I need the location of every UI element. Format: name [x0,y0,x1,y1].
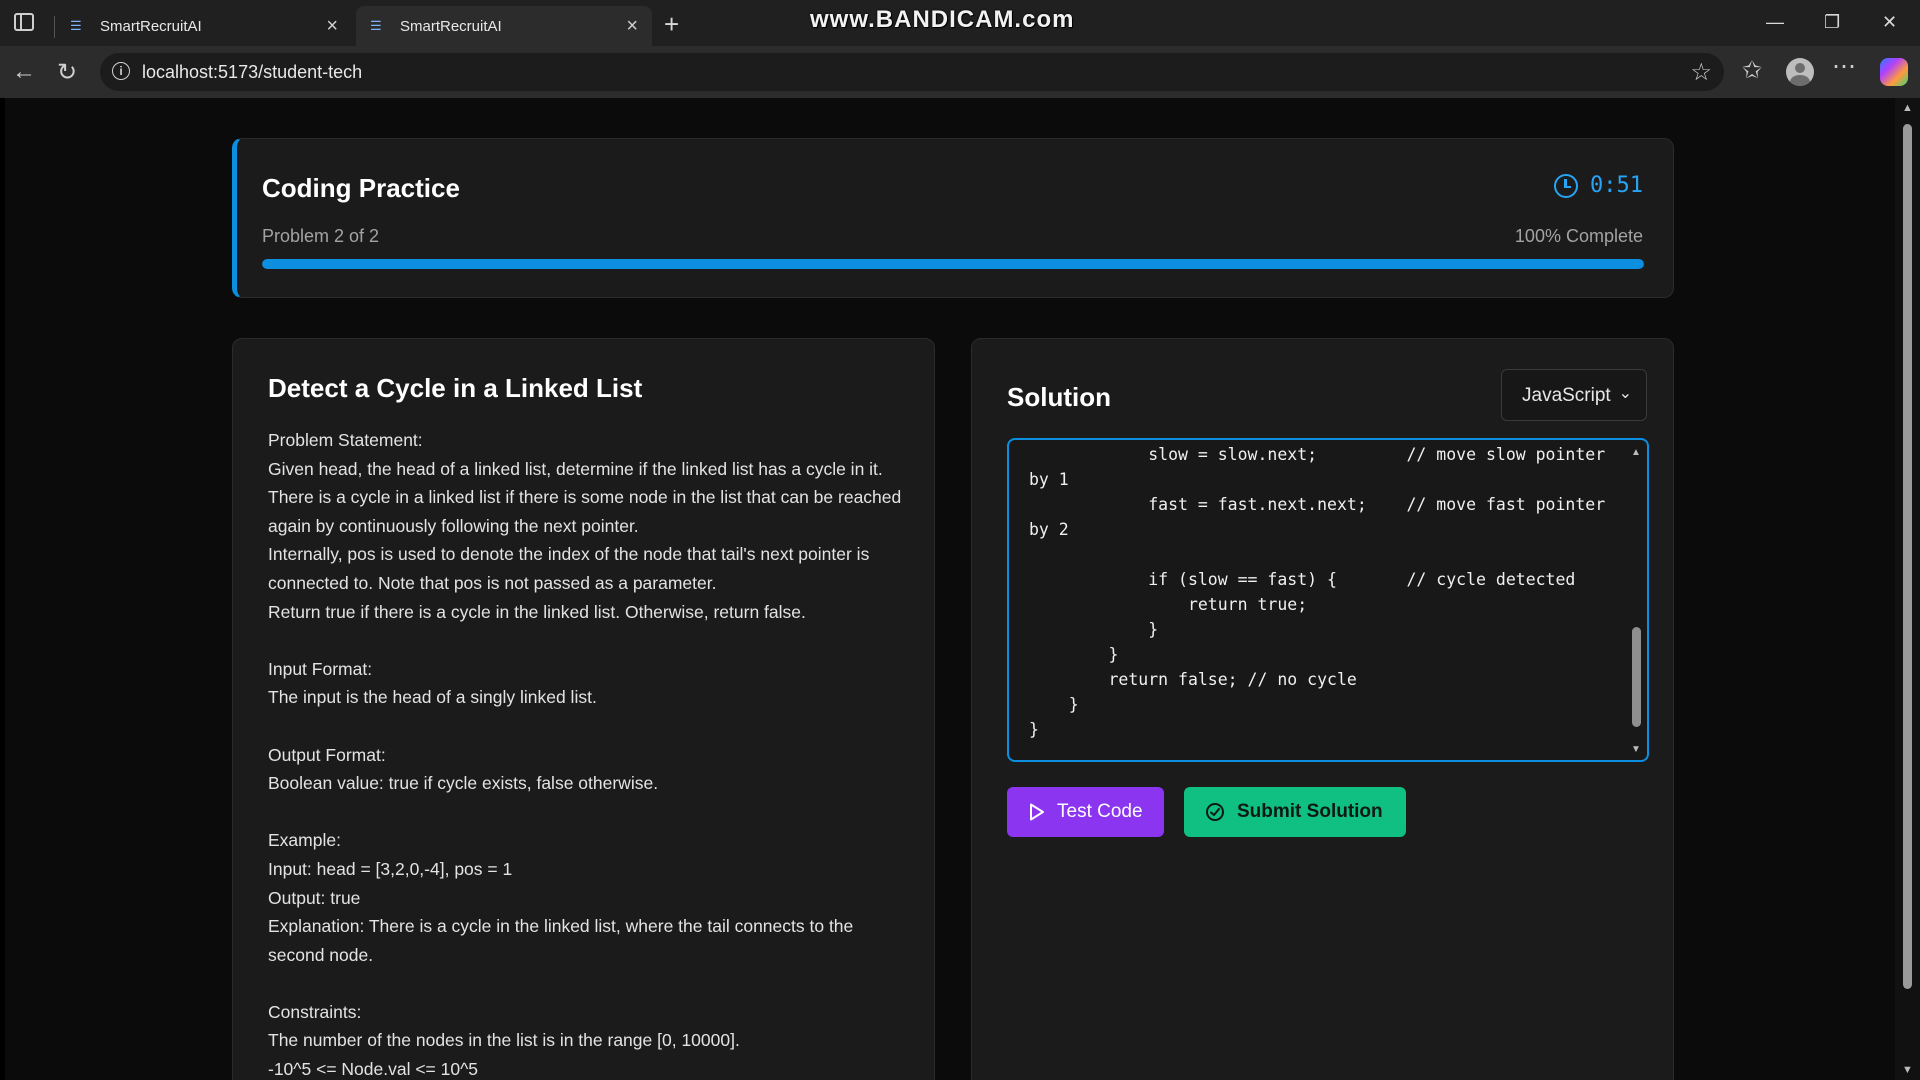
scrollbar-thumb[interactable] [1903,124,1912,989]
recording-watermark: www.BANDICAM.com [810,6,1075,33]
problem-line: Problem Statement: [268,430,423,450]
more-options-icon[interactable]: ⋯ [1832,52,1856,81]
close-window-icon[interactable]: ✕ [1882,12,1897,33]
scroll-up-icon[interactable]: ▲ [1631,447,1641,458]
progress-bar-fill [262,259,1644,269]
browser-tab-2[interactable]: ☰ SmartRecruitAI × [356,6,652,46]
problem-counter: Problem 2 of 2 [262,226,380,246]
problem-line: Input Format: [268,658,373,679]
address-bar-row: ← ↻ i localhost:5173/student-tech ☆ ✩ ⋯ [0,46,1920,98]
problem-line: Boolean value: true if cycle exists, fal… [268,773,659,794]
close-tab-icon[interactable]: × [626,15,638,38]
clock-icon [1554,173,1579,198]
language-select-value: JavaScript [1522,385,1611,406]
problem-description: Problem Statement: Given head, the head o… [268,426,908,1080]
chevron-down-icon: ⌄ [1618,385,1632,402]
solution-title: Solution [1007,382,1111,412]
submit-solution-button[interactable]: Submit Solution [1184,787,1406,837]
favorites-icon[interactable]: ✩ [1742,56,1762,85]
problem-line: Explanation: There is a cycle in the lin… [268,916,854,965]
tab-separator [54,16,55,38]
submit-solution-label: Submit Solution [1237,801,1383,822]
new-tab-icon[interactable]: + [664,9,679,40]
problem-line: Given head, the head of a linked list, d… [268,458,883,479]
close-tab-icon[interactable]: × [326,15,338,38]
problem-title: Detect a Cycle in a Linked List [268,373,643,403]
code-editor-scrollbar[interactable]: ▲ ▼ [1627,442,1645,758]
solution-card: Solution JavaScript ⌄ slow = slow.next; … [971,338,1674,1080]
problem-line: Internally, pos is used to denote the in… [268,544,870,593]
completion-label: 100% Complete [1514,226,1643,246]
problem-line: Output: true [268,887,361,908]
practice-header-card: Coding Practice 0:51 Problem 2 of 2 100%… [232,138,1674,298]
scroll-down-icon[interactable]: ▼ [1631,744,1641,755]
tab-title: SmartRecruitAI [100,17,202,35]
profile-avatar[interactable] [1786,58,1814,86]
favorite-star-icon[interactable]: ☆ [1690,58,1712,87]
test-code-button[interactable]: Test Code [1007,787,1164,837]
problem-line: Constraints: [268,1001,362,1022]
scroll-up-icon[interactable]: ▲ [1902,102,1913,114]
scrollbar-thumb[interactable] [1632,627,1641,727]
address-bar[interactable]: i localhost:5173/student-tech ☆ [100,53,1724,91]
problem-line: Input: head = [3,2,0,-4], pos = 1 [268,858,513,879]
copilot-icon[interactable] [1880,58,1908,86]
problem-line: -10^5 <= Node.val <= 10^5 [268,1059,479,1080]
restore-icon[interactable]: ❐ [1824,12,1840,33]
problem-line: Output Format: [268,744,386,765]
play-icon [1029,803,1045,821]
problem-line: Return true if there is a cycle in the l… [268,601,806,622]
sidebar-toggle-icon[interactable] [14,13,34,31]
page-viewport: Coding Practice 0:51 Problem 2 of 2 100%… [5,98,1895,1080]
scroll-down-icon[interactable]: ▼ [1902,1064,1913,1076]
problem-line: There is a cycle in a linked list if the… [268,487,902,536]
problem-line: The number of the nodes in the list is i… [268,1030,740,1051]
timer-value: 0:51 [1590,173,1643,198]
tab-title: SmartRecruitAI [400,17,502,35]
code-text[interactable]: slow = slow.next; // move slow pointer b… [1029,442,1619,742]
code-editor[interactable]: slow = slow.next; // move slow pointer b… [1007,438,1649,762]
problem-card: Detect a Cycle in a Linked List Problem … [232,338,935,1080]
reload-icon[interactable]: ↻ [57,58,77,87]
test-code-label: Test Code [1057,801,1143,822]
back-icon[interactable]: ← [12,58,36,86]
site-info-icon[interactable]: i [112,62,130,80]
check-circle-icon [1205,802,1225,822]
browser-tab-1[interactable]: ☰ SmartRecruitAI × [56,6,352,46]
tab-favicon-icon: ☰ [70,18,82,33]
page-scrollbar[interactable]: ▲ ▼ [1895,98,1920,1080]
timer: 0:51 [1554,173,1643,198]
problem-line: The input is the head of a singly linked… [268,687,597,708]
minimize-icon[interactable]: — [1766,12,1784,33]
progress-bar [262,259,1644,269]
tab-favicon-icon: ☰ [370,18,382,33]
page-title: Coding Practice [262,173,460,203]
browser-tab-bar: ☰ SmartRecruitAI × ☰ SmartRecruitAI × + … [0,0,1920,46]
url-text[interactable]: localhost:5173/student-tech [142,62,362,83]
problem-line: Example: [268,830,341,851]
language-select[interactable]: JavaScript ⌄ [1501,369,1647,421]
